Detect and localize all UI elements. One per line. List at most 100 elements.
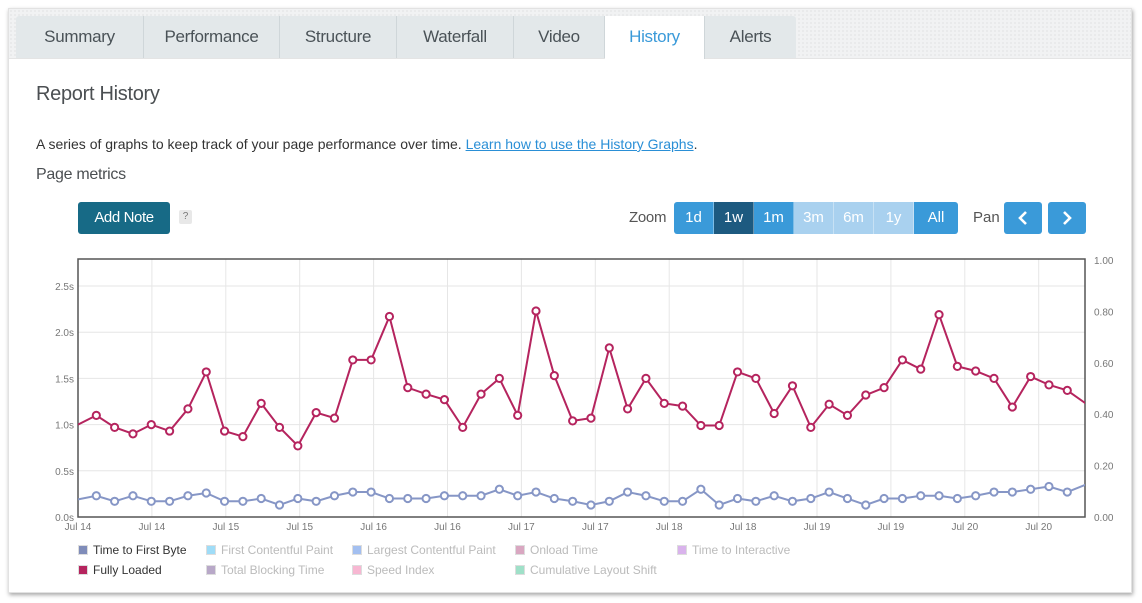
data-point [476,389,486,399]
legend-label: Time to Interactive [692,543,791,557]
legend-label: First Contentful Paint [221,543,334,557]
data-point [458,491,468,501]
legend-largest-contentful-paint[interactable]: Largest Contentful Paint [352,543,496,557]
data-point [824,399,834,409]
x-tick-label: Jul 18 [656,522,683,533]
data-point [183,491,193,501]
data-point [183,404,193,414]
data-point [568,416,578,426]
y2-tick-label: 0.20 [1094,462,1114,473]
legend-swatch [352,545,362,555]
data-point [256,493,266,504]
data-point [293,493,303,504]
data-point [714,420,724,431]
data-point [916,364,926,374]
y2-tick-label: 0.00 [1094,513,1114,524]
data-point [513,491,523,501]
data-point [513,410,523,420]
legend-first-contentful-paint[interactable]: First Contentful Paint [206,543,333,557]
data-point [897,493,908,504]
data-point [494,373,504,383]
legend-fully-loaded[interactable]: Fully Loaded [78,563,162,577]
legend-swatch [78,565,88,575]
data-point [384,493,395,504]
data-point [659,496,669,506]
legend-label: Onload Time [530,543,599,557]
data-point [861,390,871,400]
data-point [201,488,211,498]
x-tick-label: Jul 16 [360,522,387,533]
data-point [641,373,651,383]
data-point [732,367,743,377]
data-point [934,491,944,501]
data-point [256,398,266,408]
legend-label: Cumulative Layout Shift [530,563,657,577]
data-point [439,491,449,501]
legend-swatch [206,545,216,555]
data-point [842,410,853,420]
data-point [861,500,871,510]
legend-label: Fully Loaded [93,563,162,577]
x-tick-label: Jul 19 [804,522,831,533]
data-point [366,487,376,497]
data-point [1026,484,1036,494]
x-tick-label: Jul 20 [1025,522,1052,533]
legend-cumulative-layout-shift[interactable]: Cumulative Layout Shift [515,563,657,577]
x-tick-label: Jul 17 [582,522,609,533]
legend-swatch [352,565,362,575]
data-point [916,491,926,501]
data-point [714,500,724,510]
data-point [751,496,761,506]
data-point [1062,385,1072,396]
series-line-time-to-first-byte [78,483,1085,507]
data-point [274,422,285,432]
data-point [989,373,999,383]
x-tick-label: Jul 17 [508,522,535,533]
history-chart[interactable]: 0.0s0.5s1.0s1.5s2.0s2.5s0.000.200.400.60… [0,0,1142,603]
data-point [403,383,413,393]
data-point [696,420,706,431]
legend-label: Speed Index [367,563,435,577]
data-point [696,484,706,494]
data-point [677,401,688,411]
data-point [897,355,908,365]
data-point [1007,487,1017,497]
data-point [1044,481,1054,492]
x-tick-label: Jul 19 [878,522,905,533]
data-point [238,432,248,442]
data-point [787,496,798,506]
data-point [677,496,688,506]
data-point [952,361,962,371]
x-tick-label: Jul 18 [730,522,757,533]
data-point [201,367,211,377]
legend-swatch [677,545,687,555]
data-point [659,398,669,408]
legend-total-blocking-time[interactable]: Total Blocking Time [206,563,324,577]
data-point [806,422,816,432]
data-point [787,381,798,391]
legend-onload-time[interactable]: Onload Time [515,543,598,557]
y-tick-label: 2.5s [55,282,74,293]
data-point [146,496,156,506]
data-point [623,404,633,414]
data-point [476,491,486,501]
legend-time-to-interactive[interactable]: Time to Interactive [677,543,790,557]
y2-tick-label: 0.40 [1094,410,1114,421]
data-point [531,306,541,316]
data-point [329,413,340,423]
data-point [421,389,431,399]
data-point [769,491,779,501]
legend-time-to-first-byte[interactable]: Time to First Byte [78,543,187,557]
x-tick-label: Jul 14 [65,522,92,533]
data-point [604,343,614,353]
data-point [989,487,999,497]
y2-tick-label: 0.60 [1094,359,1114,370]
data-point [751,373,761,383]
data-point [165,496,175,506]
legend-swatch [206,565,216,575]
data-point [311,496,321,506]
legend-speed-index[interactable]: Speed Index [352,563,434,577]
data-point [329,491,340,501]
data-point [110,422,120,432]
data-point [165,426,175,436]
